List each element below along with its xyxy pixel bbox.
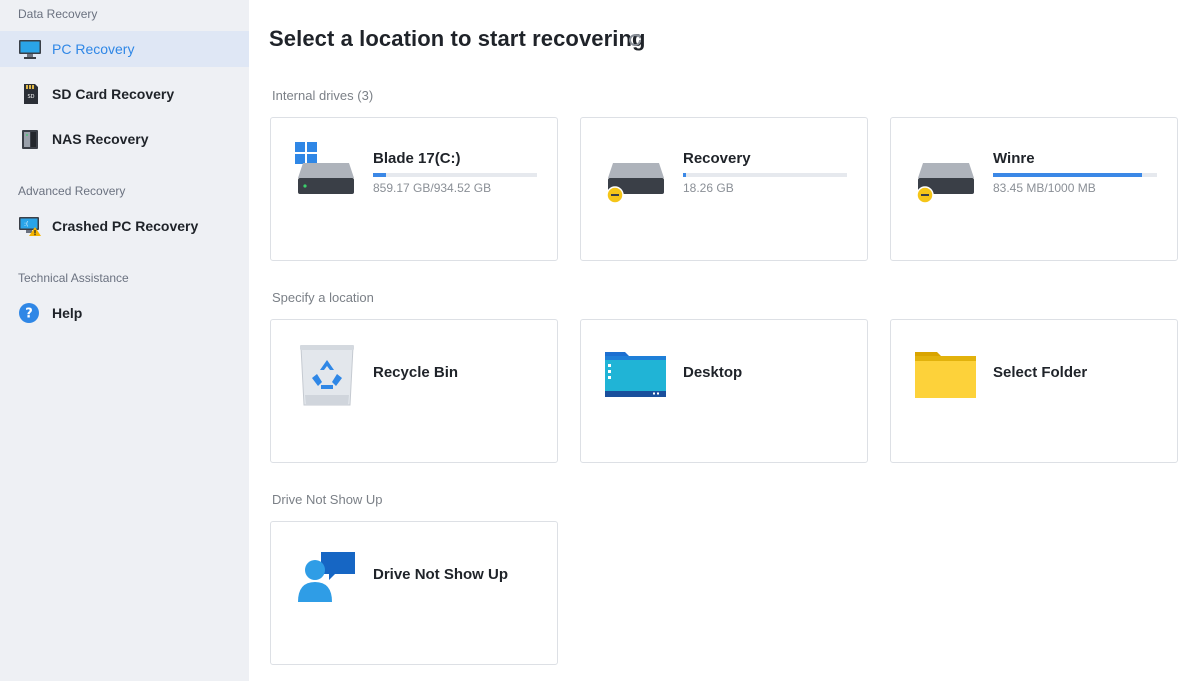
desktop-folder-icon [605,352,666,397]
windows-drive-icon [295,142,354,194]
sidebar-item-nas-recovery[interactable]: NAS Recovery [0,121,249,157]
drive-usage-fill [683,173,687,177]
sidebar-item-help[interactable]: ? Help [0,295,249,331]
page-title: Select a location to start recovering [269,26,646,51]
drive-card-winre[interactable]: Winre 83.45 MB/1000 MB [890,117,1178,261]
crashed-pc-icon: :( [19,217,41,236]
svg-text::(: :( [24,221,28,228]
drive-card-blade-17[interactable]: Blade 17(C:) 859.17 GB/934.52 GB [270,117,558,261]
sidebar-item-label: NAS Recovery [52,131,149,147]
location-name: Desktop [683,364,743,381]
drive-minus-icon [606,163,664,204]
sidebar-item-pc-recovery[interactable]: PC Recovery [0,31,249,67]
location-card-desktop[interactable]: Desktop [580,319,868,463]
sidebar-item-label: Crashed PC Recovery [52,218,199,234]
monitor-icon [19,40,41,59]
specify-location-label: Specify a location [272,290,374,305]
drive-size: 83.45 MB/1000 MB [993,181,1096,195]
main-content: Select a location to start recovering In… [249,0,1192,681]
section-data-recovery: Data Recovery [18,7,98,21]
drive-usage-bar [993,173,1157,177]
drive-not-show-up-card[interactable]: Drive Not Show Up [270,521,558,665]
drive-not-show-label: Drive Not Show Up [272,492,383,507]
drive-name: Winre [993,150,1035,167]
internal-drives-label: Internal drives (3) [272,88,374,103]
drive-name: Recovery [683,150,751,167]
section-advanced-recovery: Advanced Recovery [18,184,126,198]
sidebar-item-label: PC Recovery [52,41,135,57]
sidebar-item-sd-card-recovery[interactable]: SD SD Card Recovery [0,76,249,112]
location-card-recycle-bin[interactable]: Recycle Bin [270,319,558,463]
drive-card-recovery[interactable]: Recovery 18.26 GB [580,117,868,261]
nas-icon [22,130,38,149]
location-card-select-folder[interactable]: Select Folder [890,319,1178,463]
section-technical-assistance: Technical Assistance [18,271,129,285]
drive-usage-bar [683,173,847,177]
drive-usage-fill [993,173,1143,177]
refresh-icon[interactable] [627,32,643,48]
drive-not-show-up-title: Drive Not Show Up [373,566,509,583]
sidebar: Data Recovery PC Recovery SD SD Card Rec… [0,0,249,681]
drive-usage-bar [373,173,537,177]
help-icon: ? [19,303,39,323]
sidebar-item-label: SD Card Recovery [52,86,175,102]
svg-text:?: ? [25,307,33,322]
svg-text:SD: SD [27,94,34,100]
recycle-bin-icon [300,345,354,406]
location-name: Recycle Bin [373,364,459,381]
folder-icon [915,352,976,398]
drive-usage-fill [373,173,387,177]
sidebar-item-crashed-pc-recovery[interactable]: :( Crashed PC Recovery [0,208,249,244]
drive-minus-icon [916,163,974,204]
drive-size: 18.26 GB [683,181,734,195]
location-name: Select Folder [993,364,1088,381]
drive-name: Blade 17(C:) [373,150,461,167]
sidebar-item-label: Help [52,305,83,321]
drive-size: 859.17 GB/934.52 GB [373,181,492,195]
support-chat-icon [298,552,355,602]
sd-card-icon: SD [24,84,38,104]
